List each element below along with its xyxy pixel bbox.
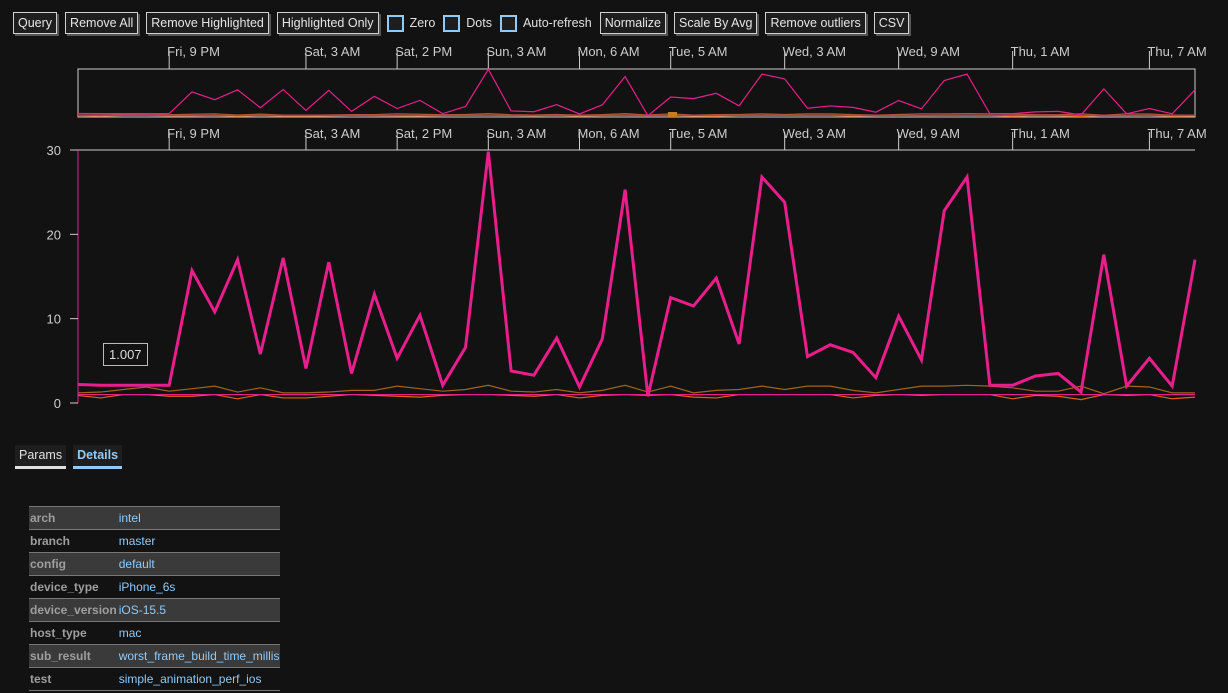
overview-x-tick-label: Sun, 3 AM — [486, 44, 546, 59]
tab-details[interactable]: Details — [73, 445, 123, 469]
param-key: branch — [29, 529, 118, 553]
overview-chart[interactable]: Fri, 9 PM Sat, 3 AM Sat, 2 PM Sun, 3 AM Mon,… — [77, 44, 1207, 118]
params-table: arch intel branch master config default device… — [29, 506, 281, 691]
param-value[interactable]: mac — [117, 621, 281, 645]
tooltip-value: 1.007 — [109, 347, 142, 362]
param-value[interactable]: iOS-15.5 — [117, 598, 281, 622]
overview-zoom-handle — [668, 112, 677, 117]
overview-x-tick-label: Mon, 6 AM — [578, 44, 640, 59]
main-chart[interactable]: Fri, 9 PM Sat, 3 AM Sat, 2 PM Sun, 3 AM Mon,… — [47, 126, 1207, 411]
series-line — [77, 384, 1195, 395]
y-tick-label: 30 — [47, 143, 61, 158]
main-x-tick-label: Thu, 1 AM — [1011, 126, 1070, 141]
tab-bar: Params Details — [15, 445, 123, 469]
param-value[interactable]: iPhone_6s — [117, 575, 281, 599]
param-row: test simple_animation_perf_ios — [29, 667, 281, 691]
highlighted-series-line — [77, 151, 1197, 397]
overview-x-tick-label: Sat, 3 AM — [304, 44, 360, 59]
overview-x-tick-label: Fri, 9 PM — [167, 44, 220, 59]
y-tick-label: 20 — [47, 227, 61, 242]
main-x-tick-label: Mon, 6 AM — [578, 126, 640, 141]
tab-params[interactable]: Params — [15, 445, 67, 469]
overview-x-tick-label: Tue, 5 AM — [669, 44, 728, 59]
param-value[interactable]: default — [117, 552, 281, 576]
param-key: test — [29, 667, 118, 691]
main-x-tick-label: Wed, 9 AM — [897, 126, 960, 141]
main-x-tick-label: Sun, 3 AM — [486, 126, 546, 141]
main-x-tick-label: Fri, 9 PM — [167, 126, 220, 141]
value-tooltip: 1.007 — [103, 343, 148, 366]
param-value[interactable]: worst_frame_build_time_millis — [117, 644, 281, 668]
param-key: config — [29, 552, 118, 576]
param-row: host_type mac — [29, 621, 281, 645]
overview-frame — [77, 68, 1196, 118]
series-line — [77, 393, 1196, 401]
param-row: device_type iPhone_6s — [29, 575, 281, 599]
param-row: device_version iOS-15.5 — [29, 598, 281, 622]
y-tick-label: 10 — [47, 312, 61, 327]
param-value[interactable]: master — [117, 529, 281, 553]
param-key: arch — [29, 506, 118, 530]
main-x-tick-label: Sat, 3 AM — [304, 126, 360, 141]
param-row: config default — [29, 552, 281, 576]
main-x-tick-label: Thu, 7 AM — [1147, 126, 1206, 141]
overview-x-tick-label: Sat, 2 PM — [395, 44, 452, 59]
overview-x-tick-label: Thu, 1 AM — [1011, 44, 1070, 59]
param-row: sub_result worst_frame_build_time_millis — [29, 644, 281, 668]
main-x-tick-label: Sat, 2 PM — [395, 126, 452, 141]
param-row: arch intel — [29, 506, 281, 530]
param-key: device_version — [29, 598, 118, 622]
overview-x-tick-label: Thu, 7 AM — [1147, 44, 1206, 59]
param-row: branch master — [29, 529, 281, 553]
param-key: host_type — [29, 621, 118, 645]
main-x-tick-label: Wed, 3 AM — [783, 126, 846, 141]
plot-area[interactable]: Fri, 9 PM Sat, 3 AM Sat, 2 PM Sun, 3 AM Mon,… — [0, 0, 1228, 420]
param-key: sub_result — [29, 644, 118, 668]
overview-series-line — [77, 68, 1196, 117]
param-value[interactable]: simple_animation_perf_ios — [117, 667, 281, 691]
overview-x-tick-label: Wed, 3 AM — [783, 44, 846, 59]
overview-x-tick-label: Wed, 9 AM — [897, 44, 960, 59]
param-key: device_type — [29, 575, 118, 599]
main-x-tick-label: Tue, 5 AM — [669, 126, 728, 141]
param-value[interactable]: intel — [117, 506, 281, 530]
y-tick-label: 0 — [54, 396, 61, 411]
